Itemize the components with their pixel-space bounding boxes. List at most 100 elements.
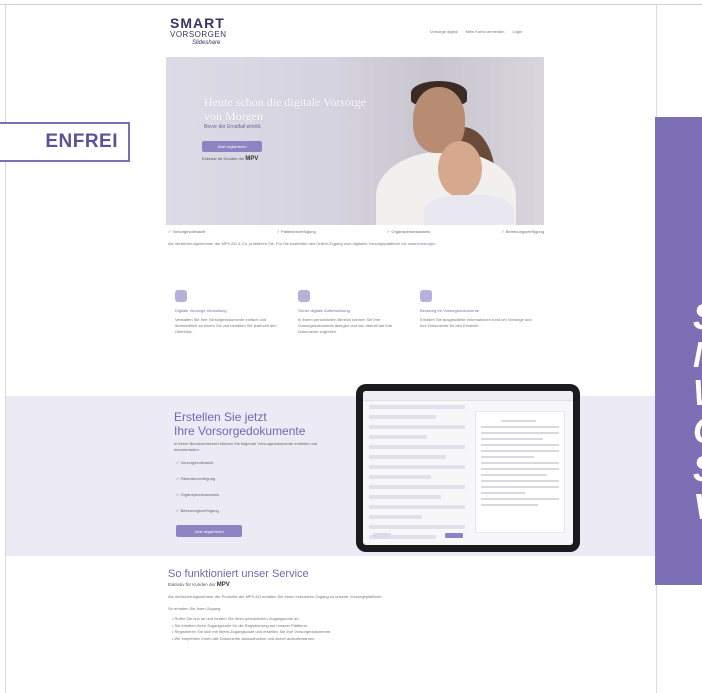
feature-text: Erhalten Sie ausgewählte Informationen r… xyxy=(420,317,532,328)
heart-icon xyxy=(420,290,432,302)
form-field xyxy=(369,525,465,529)
document-line xyxy=(481,492,525,494)
document-list-label: Vorsorgevollmacht xyxy=(180,460,214,465)
feature-title: Beratung für Vorsorgedokumente xyxy=(420,308,479,313)
hero-section: Heute schon die digitale Vorsorge von Mo… xyxy=(166,57,544,225)
check-item-label: Organspendeausweis xyxy=(391,229,431,234)
form-field xyxy=(369,465,465,469)
left-badge-text: ENFREI xyxy=(45,131,118,152)
right-panel-letter: W xyxy=(693,375,702,411)
form-field xyxy=(369,425,465,429)
tablet-mockup xyxy=(356,384,580,552)
form-field xyxy=(369,455,446,459)
logo-line-3: Slideshare xyxy=(192,40,221,46)
form-field xyxy=(369,415,437,419)
feature-title: Sicher digitale Aufbewahrung xyxy=(298,308,350,313)
nav-item-konto[interactable]: Mein Konto anmelden xyxy=(466,29,505,34)
hero-photo-woman-face xyxy=(438,141,482,197)
tablet-form xyxy=(369,405,465,545)
check-item: ✓ Organspendeausweis xyxy=(386,229,431,234)
feature-title: Digitale Vorsorge-Verwaltung xyxy=(175,308,227,313)
service-subtitle-brand: MPV xyxy=(216,582,230,588)
frame-border-left xyxy=(5,4,6,693)
nav-item-vorsorge[interactable]: Vorsorge digital xyxy=(430,29,458,34)
document-list-item: ✓ Organspendeausweis xyxy=(176,492,220,497)
tablet-back-button xyxy=(373,533,391,538)
right-panel-letter: S xyxy=(693,299,702,335)
check-item-label: Vorsorgevollmacht xyxy=(172,229,206,234)
service-section: So funktioniert unser Service Exklusiv f… xyxy=(168,568,548,642)
document-line xyxy=(481,462,559,464)
form-field xyxy=(369,495,441,499)
document-line xyxy=(481,474,547,476)
service-text: So erhalten Sie Ihren Zugang: xyxy=(168,606,222,611)
top-navigation: Vorsorge digital Mein Konto anmelden Log… xyxy=(430,29,522,34)
form-field xyxy=(369,485,465,489)
feature-card: Beratung für Vorsorgedokumente Erhalten … xyxy=(420,290,532,329)
create-documents-title-line-1: Erstellen Sie jetzt xyxy=(174,410,267,424)
intro-link[interactable]: smartvorsorgen xyxy=(408,241,436,246)
document-list-label: Patientenverfügung xyxy=(180,476,216,481)
feature-text: Verwalten Sie Ihre Vorsorgedokumente ein… xyxy=(175,317,277,334)
service-step-text: Sie erhalten Ihren Zugangscode für die R… xyxy=(174,622,309,628)
frame-border-top xyxy=(0,4,702,5)
logo-line-2: VORSORGEN xyxy=(170,30,227,39)
create-documents-title: Erstellen Sie jetzt Ihre Vorsorgedokumen… xyxy=(174,410,305,438)
document-line xyxy=(481,438,543,440)
hero-note-brand: MPV xyxy=(245,156,259,162)
document-list-item: ✓ Patientenverfügung xyxy=(176,476,216,481)
service-step-text: Registrieren Sie sich mit Ihrem Zugangsc… xyxy=(174,629,332,634)
site-logo[interactable]: SMART VORSORGEN Slideshare xyxy=(170,16,227,47)
hero-subtitle: Bevor der Ernstfall eintritt. xyxy=(204,124,262,130)
intro-text: Als Versicherungsnehmer der MPV AG & Co.… xyxy=(168,241,407,246)
document-line xyxy=(481,432,559,434)
document-line xyxy=(481,456,534,458)
form-field xyxy=(369,515,422,519)
check-item-label: Patientenverfügung xyxy=(281,229,316,234)
right-panel: S N W G S V xyxy=(655,117,702,585)
feature-card: Digitale Vorsorge-Verwaltung Verwalten S… xyxy=(175,290,287,335)
feature-card: Sicher digitale Aufbewahrung In Ihrem pe… xyxy=(298,290,410,335)
service-step-text: Rufen Sie uns an und fordern Sie Ihren p… xyxy=(174,616,300,621)
document-list-label: Betreuungsverfügung xyxy=(180,508,219,513)
check-item: ✓ Vorsorgevollmacht xyxy=(168,229,206,234)
service-subtitle: Exklusiv für Kunden der MPV xyxy=(168,582,548,588)
form-field xyxy=(369,435,427,439)
document-line xyxy=(481,498,559,500)
right-panel-letter: S xyxy=(693,451,702,487)
hero-title: Heute schon die digitale Vorsorge von Mo… xyxy=(204,95,366,123)
service-subtitle-text: Exklusiv für Kunden der xyxy=(168,582,216,587)
service-steps: • Rufen Sie uns an und fordern Sie Ihren… xyxy=(168,616,548,642)
intro-paragraph: Als Versicherungsnehmer der MPV AG & Co.… xyxy=(168,241,546,247)
logo-line-1: SMART xyxy=(170,15,225,31)
document-line xyxy=(481,504,539,506)
checklist-row: ✓ Vorsorgevollmacht ✓ Patientenverfügung… xyxy=(168,229,544,234)
feature-text: In Ihrem persönlichen Bereich können Sie… xyxy=(298,317,393,334)
service-title: So funktioniert unser Service xyxy=(168,568,309,580)
service-text: Als Versicherungsnehmer der Produkte der… xyxy=(168,594,383,599)
right-panel-letter: N xyxy=(693,337,702,373)
hero-photo-woman-body xyxy=(424,195,514,225)
service-step: • Wir empfehlen Ihnen alle Dokumente aus… xyxy=(172,635,316,641)
nav-item-login[interactable]: Login xyxy=(513,29,523,34)
check-item: ✓ Patientenverfügung xyxy=(276,229,316,234)
hero-note-text: Exklusiv für Kunden der xyxy=(202,156,245,161)
check-item: ✓ Betreuungsverfügung xyxy=(501,229,544,234)
form-field xyxy=(369,475,432,479)
right-panel-letter: G xyxy=(693,413,702,449)
create-documents-title-line-2: Ihre Vorsorgedokumente xyxy=(174,424,306,438)
document-line xyxy=(481,444,559,446)
document-line xyxy=(481,480,559,482)
document-list-item: ✓ Vorsorgevollmacht xyxy=(176,460,214,465)
document-preview xyxy=(475,411,565,533)
document-list-label: Organspendeausweis xyxy=(180,492,220,497)
band-register-button[interactable]: Jetzt registrieren xyxy=(176,525,242,537)
document-line xyxy=(481,426,559,428)
hero-register-button[interactable]: Jetzt registrieren xyxy=(202,141,262,152)
poster-frame: SMART VORSORGEN Slideshare Vorsorge digi… xyxy=(0,0,702,693)
tablet-app-header xyxy=(363,391,573,401)
document-list-item: ✓ Betreuungsverfügung xyxy=(176,508,219,513)
document-icon xyxy=(298,290,310,302)
left-badge: ENFREI xyxy=(0,122,130,162)
calendar-icon xyxy=(175,290,187,302)
